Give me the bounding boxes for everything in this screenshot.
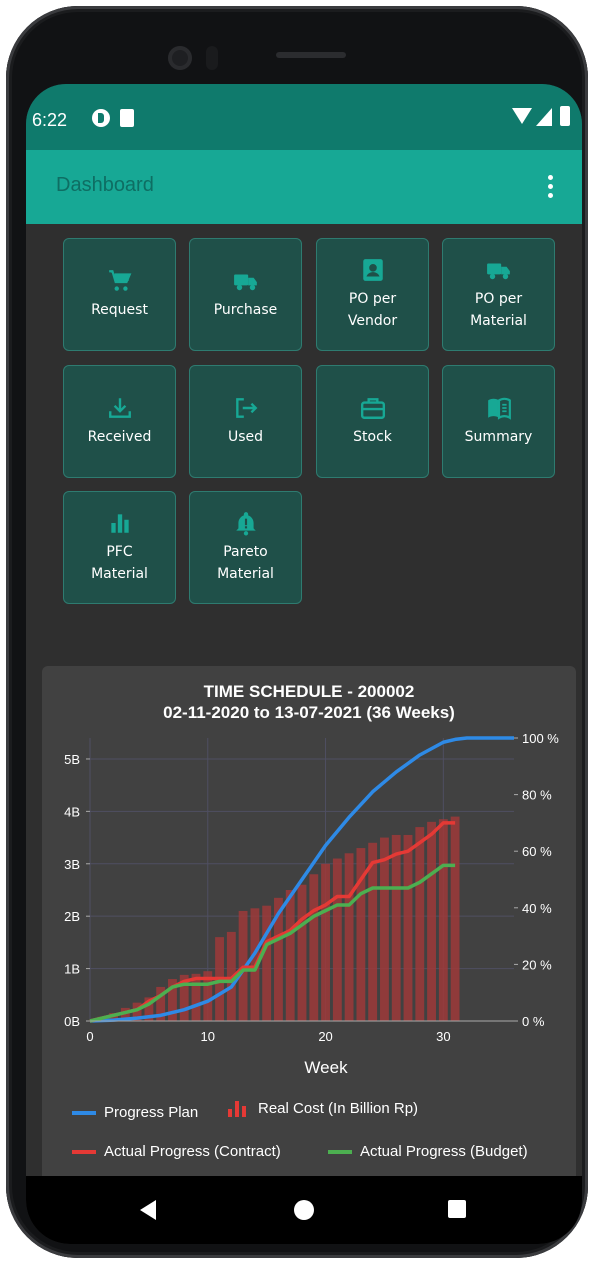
- y-tick-label-right: 40 %: [522, 901, 552, 916]
- status-time: 6:22: [32, 110, 68, 130]
- overflow-menu-icon[interactable]: [538, 172, 562, 202]
- y-tick-label-left: 2B: [64, 909, 80, 924]
- y-tick-label-left: 0B: [64, 1014, 80, 1029]
- bar-real-cost: [450, 816, 460, 1021]
- tile-po-per-material[interactable]: PO per Material: [442, 238, 555, 351]
- bar-real-cost: [332, 858, 342, 1021]
- app-bar: Dashboard: [26, 150, 582, 224]
- logout-icon: [235, 397, 257, 418]
- bar-real-cost: [438, 819, 448, 1021]
- screen: 6:22 Dashboard Request Purchase PO per V…: [26, 84, 582, 1244]
- legend-real-cost[interactable]: Real Cost (In Billion Rp): [228, 1100, 418, 1117]
- system-nav-bar: [26, 1176, 582, 1244]
- tile-label: Summary: [464, 428, 533, 445]
- tile-po-per-vendor[interactable]: PO per Vendor: [316, 238, 429, 351]
- bar-real-cost: [285, 889, 295, 1021]
- tile-pareto-material[interactable]: Pareto Material: [189, 491, 302, 604]
- tile-stock[interactable]: Stock: [316, 365, 429, 478]
- bar-real-cost: [427, 821, 436, 1021]
- tile-label: PO per Vendor: [347, 290, 398, 329]
- tile-label: Used: [227, 428, 264, 445]
- earpiece-speaker: [276, 52, 346, 58]
- legend-label: Real Cost (In Billion Rp): [258, 1100, 419, 1117]
- cell-signal-icon: [536, 108, 552, 126]
- book-icon: [487, 397, 511, 420]
- y-tick-label-right: 80 %: [522, 788, 552, 803]
- bar-real-cost: [321, 863, 330, 1021]
- bar-real-cost: [309, 874, 319, 1021]
- y-tick-label-left: 5B: [64, 752, 80, 767]
- legend-actual-budget[interactable]: Actual Progress (Budget): [328, 1143, 528, 1160]
- bar-real-cost: [415, 827, 425, 1021]
- tile-received[interactable]: Received: [63, 365, 176, 478]
- tile-used[interactable]: Used: [189, 365, 302, 478]
- tile-label: Pareto Material: [217, 543, 274, 582]
- bar-real-cost: [391, 834, 401, 1021]
- tile-request[interactable]: Request: [63, 238, 176, 351]
- tile-label: Stock: [353, 428, 392, 445]
- notification-icon: [92, 109, 110, 127]
- home-icon[interactable]: [294, 1200, 314, 1220]
- back-icon[interactable]: [140, 1200, 156, 1220]
- tile-label: Received: [87, 428, 152, 445]
- bar-real-cost: [262, 905, 272, 1021]
- legend-line-swatch: [328, 1149, 352, 1154]
- contact-card-icon: [362, 258, 383, 281]
- tile-label: PO per Material: [470, 290, 527, 329]
- x-tick-label: 0: [86, 1029, 93, 1044]
- time-schedule-chart: 0B 1B 2B 3B 4B 5B 0 % 20 % 40 % 60 % 80 % 100 % 0 10 2…: [64, 731, 559, 1077]
- y-tick-label-right: 20 %: [522, 957, 552, 972]
- legend-label: Actual Progress (Contract): [104, 1143, 281, 1160]
- x-axis-label: Week: [304, 1058, 348, 1077]
- tile-purchase[interactable]: Purchase: [189, 238, 302, 351]
- front-camera: [168, 46, 192, 70]
- x-tick-label: 20: [318, 1029, 332, 1044]
- legend-line-swatch: [72, 1149, 96, 1154]
- recents-icon[interactable]: [448, 1200, 466, 1218]
- y-tick-label-right: 100 %: [522, 731, 559, 746]
- y-tick-label-left: 1B: [64, 962, 80, 977]
- page-title: Dashboard: [56, 174, 154, 196]
- legend-label: Actual Progress (Budget): [360, 1143, 528, 1160]
- cart-icon: [108, 269, 131, 291]
- tile-summary[interactable]: Summary: [442, 365, 555, 478]
- y-tick-label-left: 4B: [64, 804, 80, 819]
- wifi-icon: [512, 108, 532, 124]
- bar-chart-icon: [228, 1100, 248, 1117]
- x-tick-label: 30: [436, 1029, 450, 1044]
- tile-label: Request: [91, 301, 148, 318]
- x-tick-label: 10: [201, 1029, 215, 1044]
- phone-frame: 6:22 Dashboard Request Purchase PO per V…: [6, 6, 588, 1258]
- briefcase-icon: [360, 397, 385, 419]
- legend-line-swatch: [72, 1110, 96, 1115]
- proximity-sensor: [206, 46, 218, 70]
- bar-real-cost: [403, 834, 413, 1021]
- legend-label: Progress Plan: [104, 1104, 199, 1121]
- status-bar: 6:22: [26, 84, 582, 150]
- bar-real-cost: [344, 853, 354, 1021]
- tile-label: Purchase: [213, 301, 278, 318]
- bar-chart-icon: [110, 514, 129, 533]
- bell-alert-icon: [235, 511, 256, 536]
- legend-progress-plan[interactable]: Progress Plan: [72, 1104, 198, 1121]
- y-tick-label-left: 3B: [64, 857, 80, 872]
- y-tick-label-right: 60 %: [522, 844, 552, 859]
- truck-icon: [233, 274, 257, 290]
- bar-real-cost: [380, 837, 389, 1021]
- y-tick-label-right: 0 %: [522, 1014, 545, 1029]
- time-schedule-card: TIME SCHEDULE - 200002 02-11-2020 to 13-…: [42, 666, 576, 1196]
- sd-card-icon: [120, 109, 134, 127]
- tile-label: PFC Material: [91, 543, 148, 582]
- truck-icon: [486, 263, 510, 280]
- legend-actual-contract[interactable]: Actual Progress (Contract): [72, 1143, 281, 1160]
- download-icon: [108, 397, 131, 418]
- bar-real-cost: [297, 884, 307, 1021]
- battery-icon: [560, 106, 570, 126]
- tile-pfc-material[interactable]: PFC Material: [63, 491, 176, 604]
